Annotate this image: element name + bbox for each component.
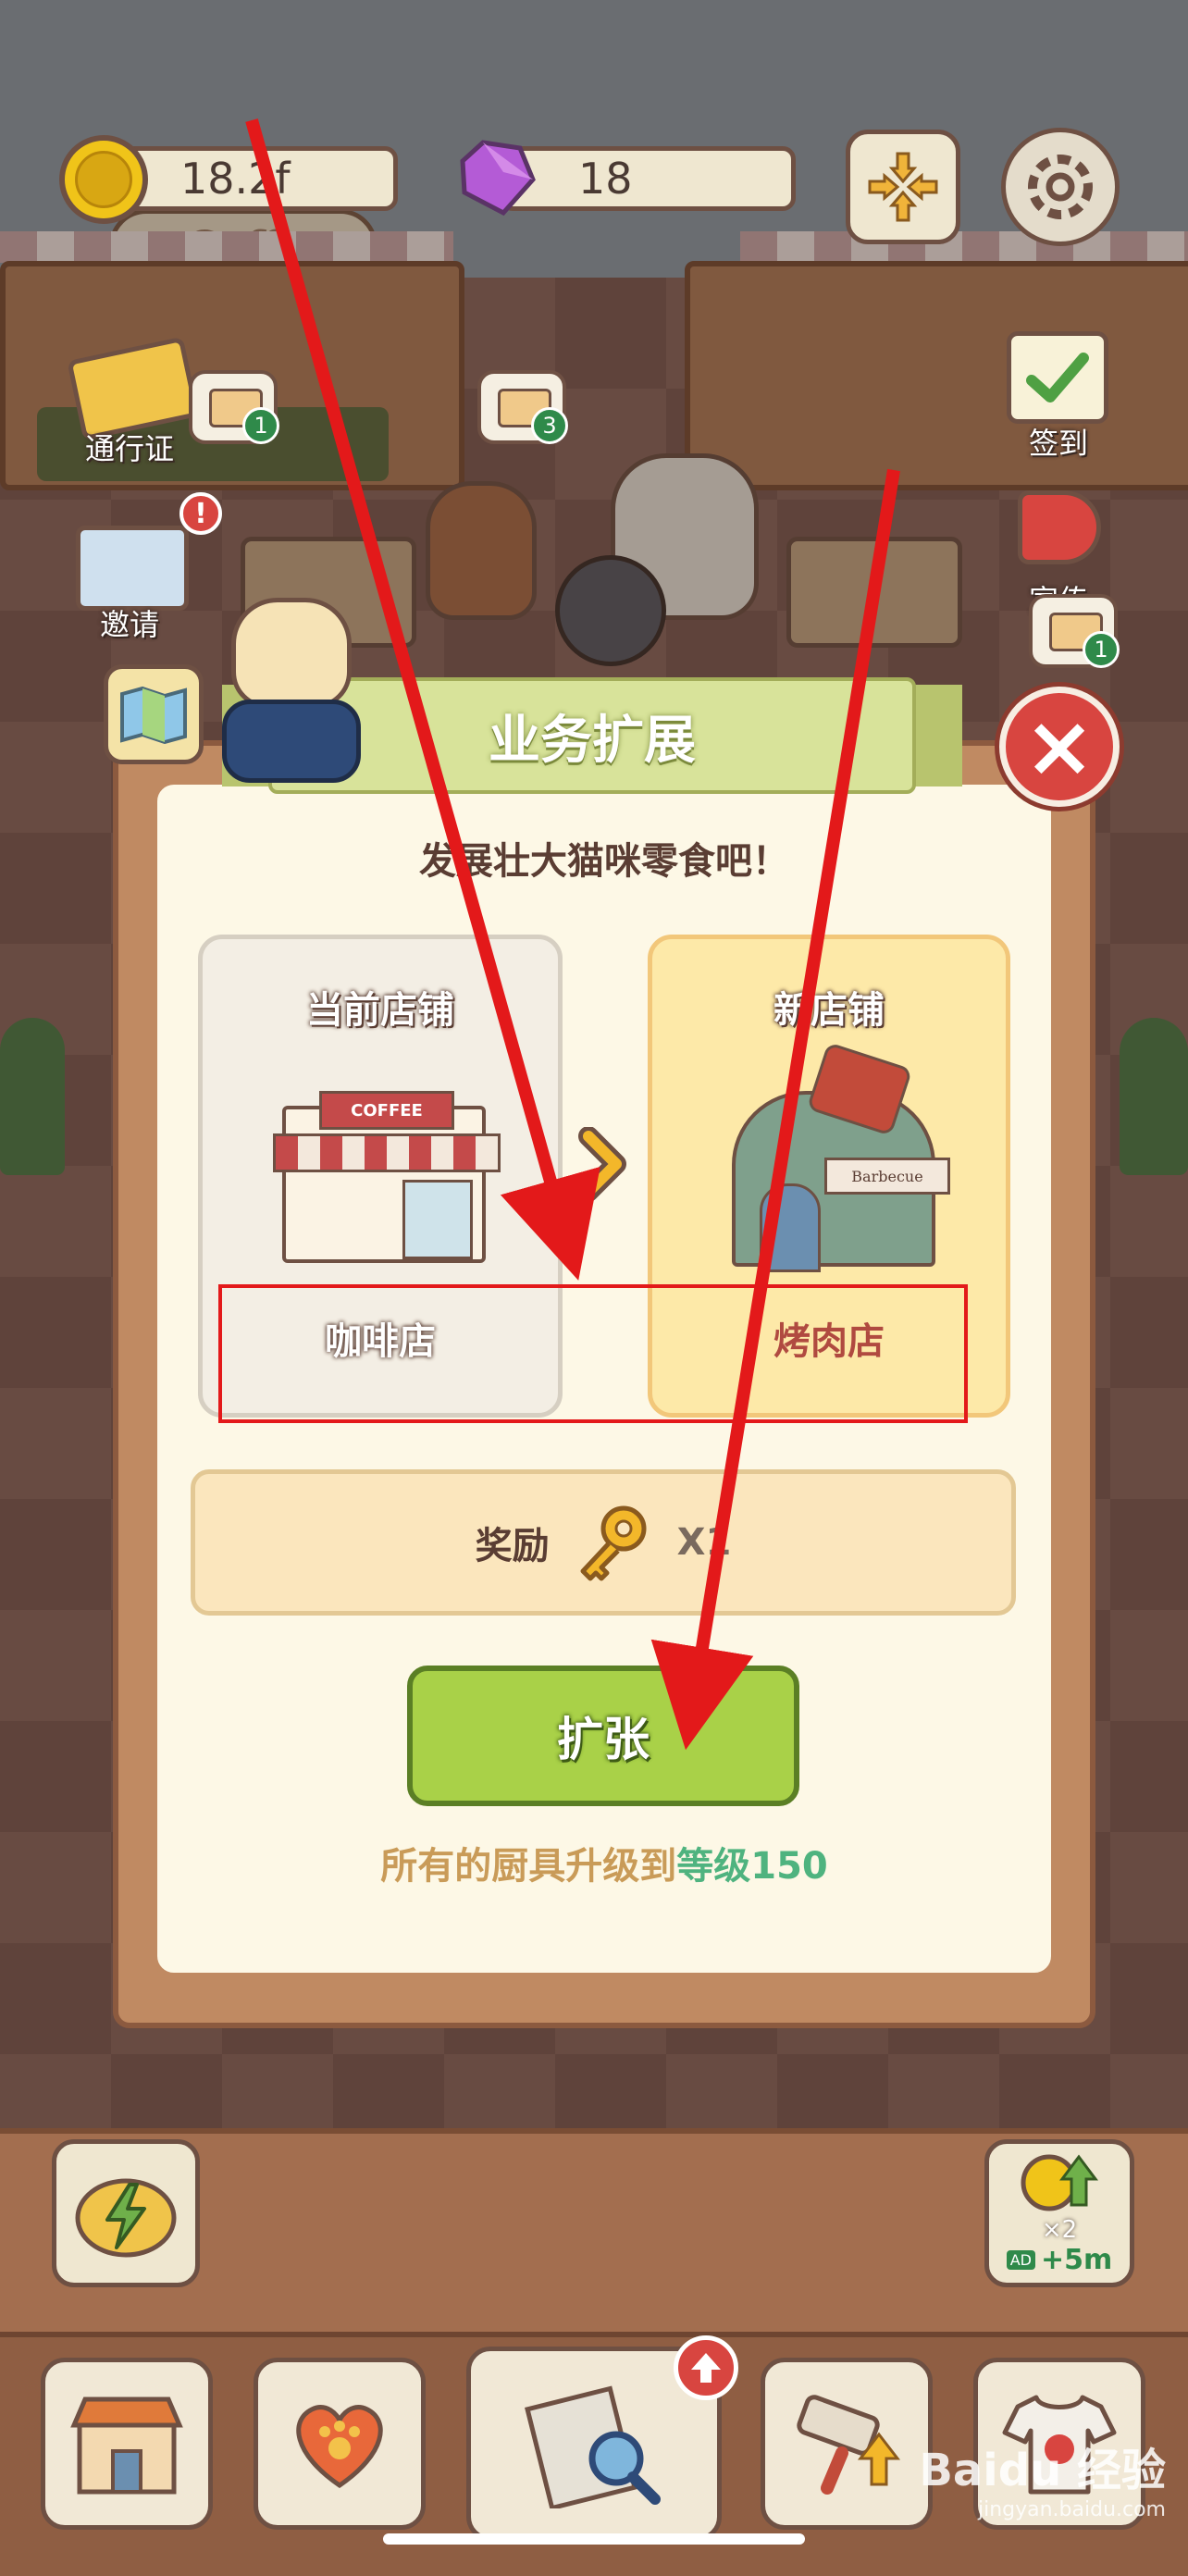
map-icon bbox=[120, 686, 187, 744]
order-bubble[interactable]: 1 bbox=[189, 370, 279, 444]
dock-cats-button[interactable] bbox=[254, 2358, 426, 2530]
gem-value: 18 bbox=[578, 154, 633, 204]
coin-icon bbox=[59, 135, 148, 224]
upgrade-requirement: 所有的厨具升级到等级150 bbox=[152, 1836, 1057, 1889]
watermark: Baidu 经验 jingyan.baidu.com bbox=[907, 2434, 1166, 2521]
alert-badge: ! bbox=[179, 492, 222, 535]
lightning-plate-icon bbox=[75, 2178, 177, 2258]
watermark-domain: jingyan.baidu.com bbox=[977, 2498, 1166, 2521]
mascot-cat bbox=[222, 598, 361, 783]
home-indicator[interactable] bbox=[383, 2533, 805, 2545]
megaphone-icon bbox=[1018, 490, 1101, 564]
new-shop-name: 烤肉店 bbox=[773, 1320, 885, 1363]
reward-quantity: X1 bbox=[676, 1521, 732, 1564]
close-button[interactable]: × bbox=[999, 687, 1120, 807]
new-shop-title: 新店铺 bbox=[773, 989, 885, 1032]
barbecue-shop-illustration: Barbecue bbox=[713, 1042, 954, 1276]
expand-button-label: 扩张 bbox=[557, 1713, 650, 1766]
gear-icon bbox=[1028, 155, 1093, 219]
order-bubble[interactable]: 3 bbox=[477, 370, 568, 444]
collapse-arrows-icon bbox=[868, 152, 938, 222]
map-button[interactable] bbox=[104, 664, 204, 764]
order-count-badge: 1 bbox=[1083, 631, 1120, 668]
coffee-sign-text: COFFEE bbox=[351, 1100, 423, 1121]
current-shop-card: 当前店铺 COFFEE 咖啡店 bbox=[198, 935, 563, 1418]
upgrade-available-badge bbox=[674, 2335, 738, 2400]
dialog-title-banner: 业务扩展 bbox=[268, 677, 916, 794]
newspaper-magnifier-icon bbox=[525, 2385, 661, 2508]
speed-boost-button[interactable] bbox=[52, 2139, 200, 2287]
dialog-subtitle: 发展壮大猫咪零食吧！ bbox=[419, 840, 789, 883]
income-boost-button[interactable]: ×2 AD +5m bbox=[984, 2139, 1134, 2287]
gem-icon bbox=[460, 140, 536, 217]
arrow-up-icon bbox=[691, 2353, 721, 2383]
order-count-badge: 3 bbox=[531, 407, 568, 444]
checkin-button[interactable]: 签到 bbox=[994, 324, 1132, 463]
boost-time: +5m bbox=[1040, 2243, 1113, 2276]
current-shop-name: 咖啡店 bbox=[325, 1320, 436, 1363]
watermark-brand: Baidu 经验 bbox=[919, 2445, 1166, 2496]
new-shop-card: 新店铺 Barbecue 烤肉店 bbox=[648, 935, 1010, 1418]
order-count-badge: 1 bbox=[242, 407, 279, 444]
collapse-button[interactable] bbox=[846, 130, 960, 244]
gem-counter: 18 bbox=[500, 146, 796, 211]
current-shop-title: 当前店铺 bbox=[306, 989, 454, 1032]
dock-shop-button[interactable] bbox=[41, 2358, 213, 2530]
coin-up-arrow-icon bbox=[1021, 2154, 1098, 2211]
boost-multiplier: ×2 bbox=[1041, 2215, 1078, 2244]
dialog-title: 业务扩展 bbox=[489, 710, 696, 771]
invite-button[interactable]: ! 邀请 bbox=[65, 492, 222, 648]
envelope-icon bbox=[76, 526, 189, 611]
pass-button[interactable]: 通行证 bbox=[65, 333, 200, 466]
storefront-icon bbox=[70, 2396, 183, 2495]
settings-button[interactable] bbox=[1001, 128, 1120, 246]
calendar-check-icon bbox=[1007, 331, 1108, 424]
order-bubble[interactable]: 1 bbox=[1029, 594, 1120, 668]
paint-roller-icon bbox=[797, 2395, 901, 2495]
key-icon bbox=[580, 1505, 647, 1581]
coin-value: 18.2f bbox=[180, 154, 291, 204]
coffee-shop-illustration: COFFEE bbox=[264, 1078, 504, 1272]
reward-label: 奖励 bbox=[475, 1525, 550, 1567]
paw-heart-icon bbox=[296, 2405, 383, 2489]
expand-button[interactable]: 扩张 bbox=[407, 1666, 799, 1806]
chevron-right-icon bbox=[578, 1127, 626, 1201]
requirement-level: 等级150 bbox=[676, 1845, 828, 1888]
reward-row: 奖励 X1 bbox=[191, 1469, 1016, 1616]
close-icon: × bbox=[1023, 697, 1095, 796]
barbecue-sign-text: Barbecue bbox=[851, 1167, 923, 1185]
ad-tag: AD bbox=[1006, 2249, 1035, 2270]
requirement-text: 所有的厨具升级到 bbox=[380, 1845, 677, 1888]
